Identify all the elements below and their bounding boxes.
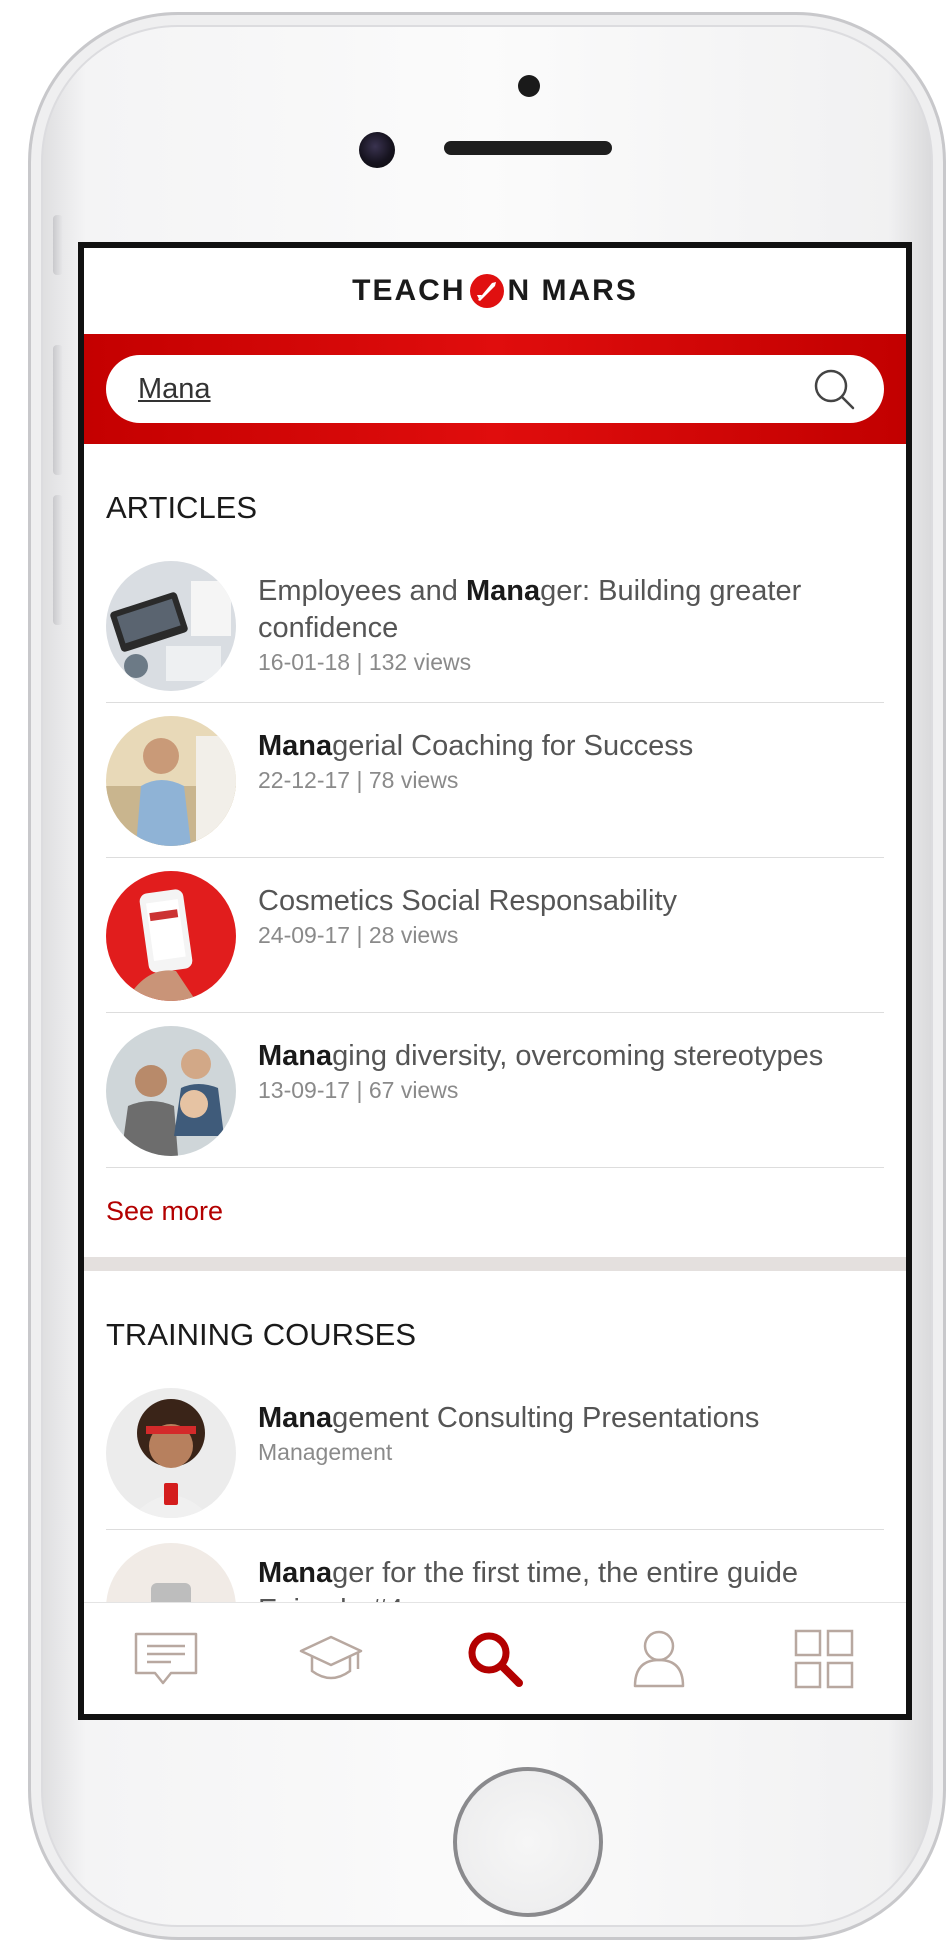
list-item[interactable]: Employees and Manager: Building greater … — [106, 548, 884, 703]
graduation-cap-icon — [299, 1635, 362, 1679]
article-thumbnail — [106, 1026, 236, 1156]
course-category: Management — [258, 1439, 393, 1465]
search-button[interactable] — [812, 367, 856, 411]
logo-text-right: N MARS — [507, 274, 638, 307]
articles-heading: ARTICLES — [106, 490, 258, 525]
article-title: Managing diversity, overcoming stereotyp… — [258, 1040, 824, 1072]
home-button[interactable] — [453, 1767, 603, 1917]
rocket-logo-icon — [469, 274, 504, 308]
list-item[interactable]: Managerial Coaching for Success 22-12-17… — [106, 703, 884, 858]
search-icon — [468, 1632, 523, 1687]
profile-icon — [634, 1630, 685, 1687]
tab-search[interactable] — [455, 1619, 535, 1699]
training-courses-heading: TRAINING COURSES — [106, 1317, 417, 1352]
app-header: TEACH N MARS — [84, 248, 906, 334]
volume-up-button — [53, 345, 63, 475]
volume-down-button — [53, 495, 63, 625]
list-item[interactable]: Managing diversity, overcoming stereotyp… — [106, 1013, 884, 1168]
mute-switch — [53, 215, 63, 275]
list-item[interactable]: Cosmetics Social Responsability 24-09-17… — [106, 858, 884, 1013]
chat-icon — [134, 1632, 198, 1684]
course-title: Management Consulting Presentations — [258, 1402, 760, 1434]
article-title: Employees and Manager: Building greater … — [258, 575, 802, 644]
app-screen: TEACH N MARS ARTICLES — [78, 242, 912, 1720]
article-meta: 22-12-17 | 78 views — [258, 767, 459, 793]
article-meta: 13-09-17 | 67 views — [258, 1077, 459, 1103]
logo-text-left: TEACH — [352, 274, 466, 307]
article-thumbnail — [106, 561, 236, 691]
app-logo: TEACH N MARS — [352, 273, 638, 309]
front-camera — [359, 132, 395, 168]
article-title: Managerial Coaching for Success — [258, 730, 694, 762]
list-item[interactable]: Management Consulting Presentations Mana… — [106, 1375, 884, 1530]
bottom-tab-bar — [84, 1602, 906, 1714]
results-content: ARTICLES Employees and Manager: Building… — [84, 490, 906, 1685]
see-more-link[interactable]: See more — [106, 1196, 884, 1227]
course-title: Manager for the first time, the entire g… — [258, 1557, 798, 1589]
tab-training[interactable] — [291, 1619, 371, 1699]
search-field[interactable] — [106, 355, 884, 423]
course-thumbnail — [106, 1388, 236, 1518]
article-title: Cosmetics Social Responsability — [258, 885, 678, 917]
search-input[interactable] — [136, 371, 812, 407]
article-thumbnail — [106, 716, 236, 846]
section-divider — [84, 1257, 906, 1271]
tab-profile[interactable] — [619, 1619, 699, 1699]
search-bar — [84, 334, 906, 444]
article-thumbnail — [106, 871, 236, 1001]
proximity-sensor — [518, 75, 540, 97]
article-meta: 24-09-17 | 28 views — [258, 922, 459, 948]
search-icon — [814, 369, 855, 410]
tab-menu[interactable] — [784, 1619, 864, 1699]
grid-icon — [794, 1629, 853, 1688]
article-meta: 16-01-18 | 132 views — [258, 649, 472, 675]
earpiece-speaker — [444, 141, 612, 155]
tab-feed[interactable] — [126, 1619, 206, 1699]
